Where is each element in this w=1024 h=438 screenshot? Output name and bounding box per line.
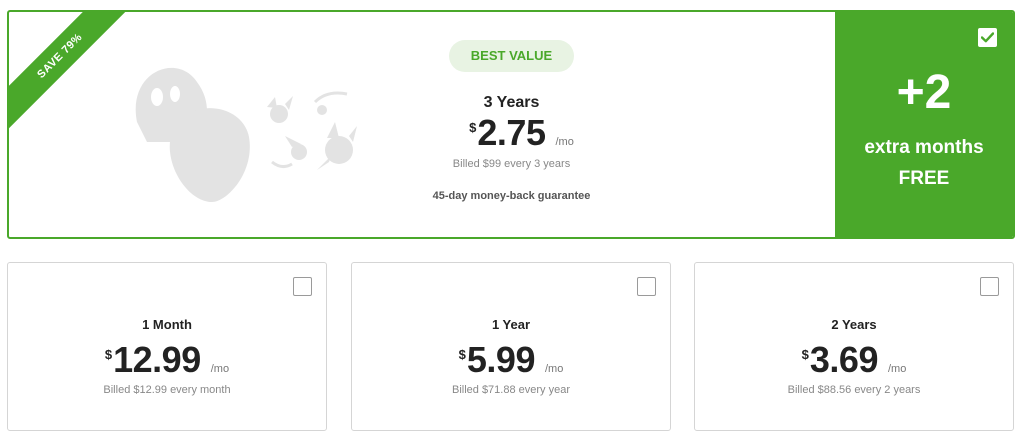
plan-name: 3 Years (483, 94, 540, 111)
featured-plan-details: BEST VALUE 3 Years $ 2.75 /mo Billed $99… (379, 40, 644, 202)
currency-symbol: $ (458, 347, 466, 362)
plan-name: 2 Years (831, 317, 877, 332)
plan-card-1-year[interactable]: 1 Year $ 5.99 /mo Billed $71.88 every ye… (351, 262, 671, 431)
price-amount: 3.69 (809, 339, 879, 380)
billing-text: Billed $88.56 every 2 years (787, 384, 921, 396)
currency-symbol: $ (801, 347, 809, 362)
plan-checkbox[interactable] (293, 277, 312, 296)
price: $ 3.69 /mo (695, 341, 1013, 379)
price-period: /mo (544, 363, 564, 375)
checkmark-icon (981, 32, 994, 43)
billing-text: Billed $12.99 every month (103, 384, 231, 396)
price-period: /mo (887, 363, 907, 375)
price-period: /mo (210, 363, 230, 375)
plan-card-2-years[interactable]: 2 Years $ 3.69 /mo Billed $88.56 every 2… (694, 262, 1014, 431)
money-back-guarantee: 45-day money-back guarantee (432, 190, 591, 202)
plan-checkbox-checked[interactable] (978, 28, 997, 47)
price: $ 5.99 /mo (352, 341, 670, 379)
bonus-text: extra months (864, 137, 984, 158)
plan-checkbox[interactable] (637, 277, 656, 296)
price-amount: 2.75 (477, 112, 546, 153)
bonus-panel: +2 extra months FREE (835, 12, 1013, 237)
plan-card-1-month[interactable]: 1 Month $ 12.99 /mo Billed $12.99 every … (7, 262, 327, 431)
price-amount: 5.99 (466, 339, 536, 380)
plan-card-3-years[interactable]: SAVE 79% BEST VALUE 3 Years $ 2.75 /mo B… (7, 10, 1015, 239)
bonus-free-text: FREE (898, 168, 950, 189)
price-period: /mo (555, 136, 574, 148)
billing-text: Billed $99 every 3 years (452, 158, 571, 170)
plan-checkbox[interactable] (980, 277, 999, 296)
price: $ 2.75 /mo (389, 114, 654, 152)
ghost-mascot-illustration (135, 67, 357, 202)
price: $ 12.99 /mo (8, 341, 326, 379)
currency-symbol: $ (469, 120, 477, 135)
bonus-amount: +2 (896, 66, 952, 119)
best-value-badge: BEST VALUE (448, 40, 575, 72)
plan-name: 1 Year (491, 317, 531, 332)
price-amount: 12.99 (113, 339, 201, 380)
plan-name: 1 Month (142, 317, 192, 332)
currency-symbol: $ (104, 347, 113, 362)
billing-text: Billed $71.88 every year (451, 384, 570, 396)
